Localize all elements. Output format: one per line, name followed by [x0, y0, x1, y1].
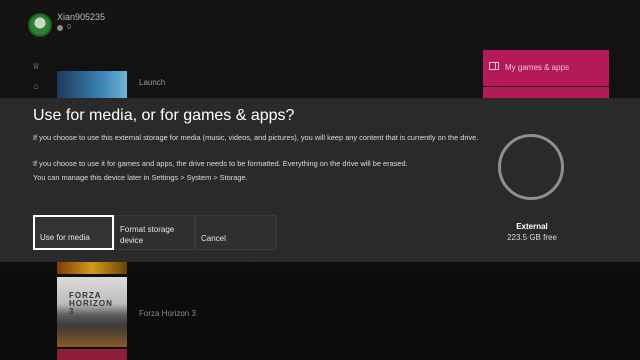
dialog-text-media: If you choose to use this external stora…: [33, 133, 479, 142]
my-games-label: My games & apps: [505, 63, 570, 72]
avatar[interactable]: [28, 13, 52, 37]
forza-tile[interactable]: FORZA HORIZON 3: [57, 277, 127, 347]
storage-dialog: Use for media, or for games & apps? If y…: [0, 98, 640, 262]
drive-free-space: 223.5 GB free: [507, 233, 557, 242]
my-games-icon: [489, 62, 499, 70]
dialog-text-manage: You can manage this device later in Sett…: [33, 173, 248, 182]
gamerscore-icon: [57, 24, 63, 31]
forza-title: Forza Horizon 3: [139, 309, 196, 318]
trophy-icon[interactable]: ♕: [31, 61, 41, 71]
dialog-text-format: If you choose to use it for games and ap…: [33, 159, 408, 168]
launch-label: Launch: [139, 78, 166, 87]
home-icon[interactable]: ⌂: [31, 81, 41, 91]
game-tile-bottom[interactable]: [57, 349, 127, 360]
drive-name: External: [516, 222, 548, 231]
cancel-button[interactable]: Cancel: [195, 215, 277, 250]
format-storage-button[interactable]: Format storage device: [114, 215, 195, 250]
drive-icon: [498, 134, 564, 200]
gamertag: Xian905235: [57, 12, 106, 22]
gamerscore: 0: [57, 24, 71, 31]
gamerscore-value: 0: [67, 24, 71, 31]
forza-logo: FORZA HORIZON 3: [69, 291, 113, 316]
use-for-media-button[interactable]: Use for media: [33, 215, 114, 250]
launch-tile[interactable]: [57, 71, 127, 101]
dialog-title: Use for media, or for games & apps?: [33, 107, 295, 124]
game-tile-partial[interactable]: [57, 262, 127, 274]
